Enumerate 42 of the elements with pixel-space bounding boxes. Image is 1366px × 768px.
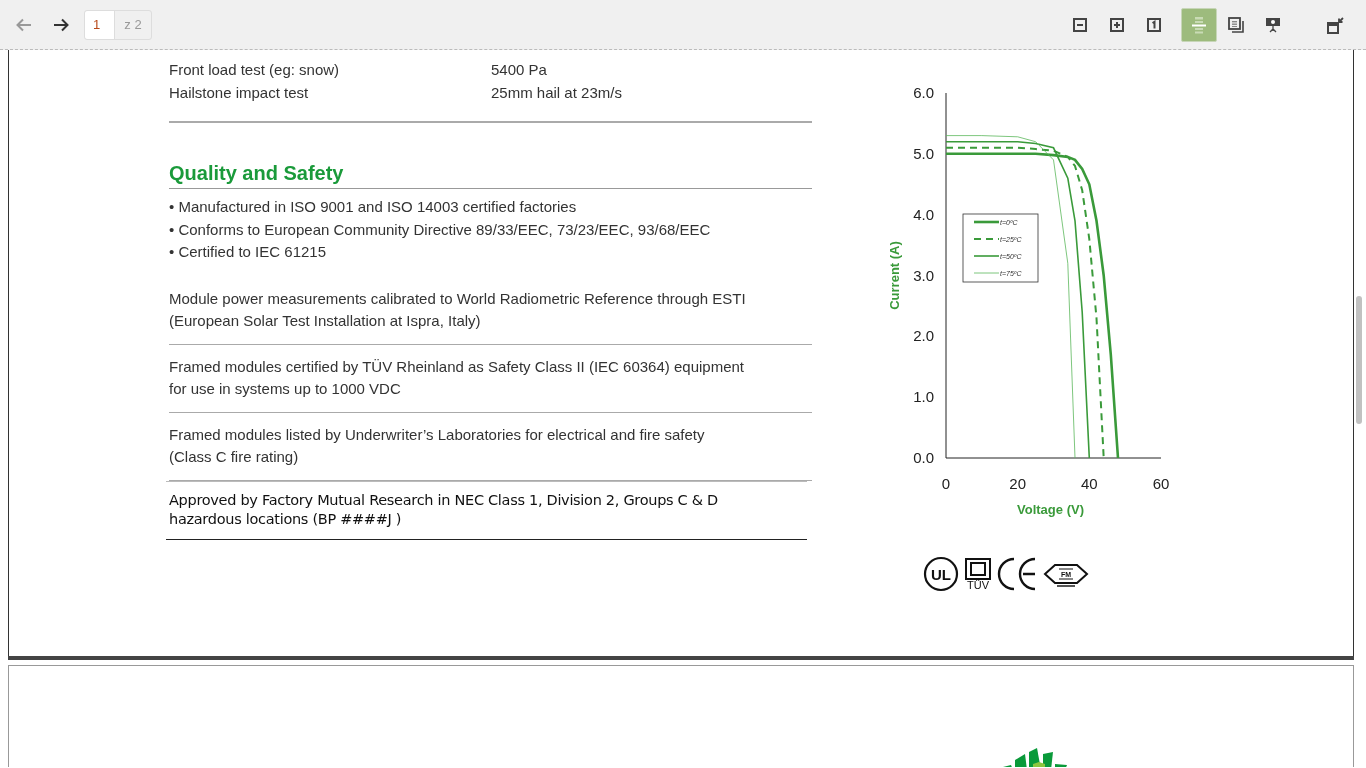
right-arrow-icon: [53, 17, 69, 32]
test-value: 25mm hail at 23m/s: [491, 83, 622, 103]
test-value: 5400 Pa: [491, 60, 547, 80]
paragraph: Module power measurements calibrated to World Radiometric Reference through ESTI (European Solar Test Installation at Ispra, Italy): [169, 288, 747, 331]
tick-label: 3.0: [913, 266, 934, 284]
tick-label: 5.0: [913, 144, 934, 162]
tick-label: 20: [1009, 475, 1026, 492]
test-label: Hailstone impact test: [169, 83, 310, 103]
square-logo-icon: [965, 557, 991, 580]
test-label: Front load test (eg: snow): [169, 60, 341, 80]
logo-text: TÜV: [967, 579, 989, 591]
certification-logo: UL: [923, 556, 959, 592]
paragraph: Framed modules certified by TÜV Rheinland as Safety Class II (IEC 60364) equipment for use in systems up to 1000 VDC: [169, 356, 745, 399]
document-icon: [1228, 16, 1244, 33]
axis-title: Voltage (V): [1017, 502, 1084, 517]
pages-icon: [1191, 14, 1207, 35]
paragraph: Framed modules listed by Underwriter’s Laboratories for electrical and fire safety (Class C fire rating): [169, 424, 706, 467]
plus-icon: [1110, 17, 1124, 32]
tick-label: 6.0: [913, 84, 934, 101]
list-item: • Conforms to European Community Directive 89/33/EEC, 73/23/EEC, 93/68/EEC: [169, 219, 712, 240]
legend-swatch: [974, 220, 999, 224]
list-item: • Certified to IEC 61215: [169, 242, 327, 262]
tick-label: 1.0: [913, 388, 934, 406]
page-count: z 2: [123, 16, 143, 34]
section-heading: Quality and Safety: [169, 123, 812, 189]
ce-mark-icon: [997, 557, 1037, 591]
tick-label: 4.0: [913, 205, 934, 223]
scrollbar-thumb[interactable]: [1356, 296, 1362, 424]
list-item: • Manufactured in ISO 9001 and ISO 14003 certified factories: [169, 197, 578, 217]
tick-label: 2.0: [913, 327, 934, 345]
minus-icon: [1073, 17, 1087, 32]
one-icon: [1147, 17, 1161, 32]
left-arrow-icon: [16, 17, 32, 32]
tick-label: 0.0: [913, 449, 934, 466]
tick-label: 40: [1081, 475, 1098, 492]
presentation-icon: [1265, 16, 1281, 33]
tick-label: 0: [941, 475, 951, 492]
paragraph: Approved by Factory Mutual Research in NEC Class 1, Division 2, Groups C & D hazardous locations (BP ####J ): [169, 490, 719, 529]
page-number-field[interactable]: 1: [85, 10, 115, 39]
exit-fullscreen-icon: [1327, 15, 1345, 34]
axis-title: Current (A): [887, 241, 902, 310]
tick-label: 60: [1152, 475, 1170, 492]
